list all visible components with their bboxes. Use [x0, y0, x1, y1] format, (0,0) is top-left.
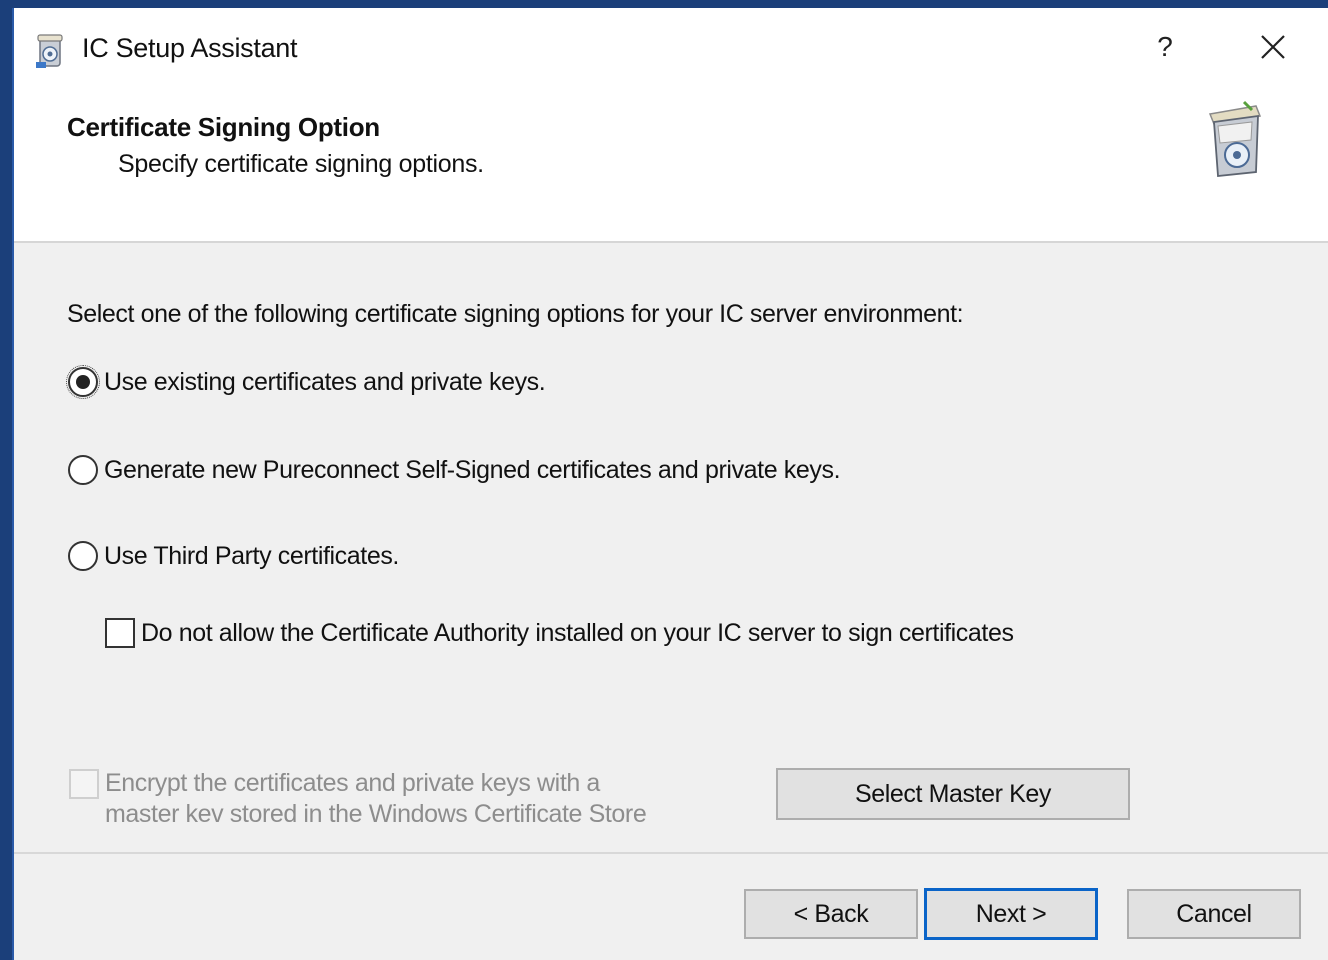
setup-app-icon — [34, 32, 68, 70]
wizard-header: IC Setup Assistant ? Certificate Signing… — [14, 8, 1328, 243]
title-bar[interactable]: IC Setup Assistant ? — [14, 8, 1328, 88]
ca-sign-checkbox-row[interactable]: Do not allow the Certificate Authority i… — [105, 618, 1014, 648]
option-use-existing-certificates[interactable]: Use existing certificates and private ke… — [66, 365, 546, 399]
select-master-key-button[interactable]: Select Master Key — [776, 768, 1130, 820]
encrypt-label-line1: Encrypt the certificates and private key… — [105, 769, 600, 797]
ca-sign-checkbox[interactable] — [105, 618, 135, 648]
help-button[interactable]: ? — [1140, 22, 1190, 72]
radio-dot — [76, 375, 90, 389]
radio-button[interactable] — [68, 455, 98, 485]
next-button[interactable]: Next > — [924, 888, 1098, 940]
encrypt-checkbox-row[interactable]: Encrypt the certificates and private key… — [69, 768, 647, 830]
option-use-third-party[interactable]: Use Third Party certificates. — [68, 541, 399, 571]
encrypt-label-line2: master kev stored in the Windows Certifi… — [105, 800, 647, 828]
window-title: IC Setup Assistant — [82, 33, 298, 63]
footer-divider — [14, 852, 1328, 854]
setup-wizard-window: IC Setup Assistant ? Certificate Signing… — [14, 8, 1328, 960]
option-generate-self-signed[interactable]: Generate new Pureconnect Self-Signed cer… — [68, 455, 841, 485]
radio-button[interactable] — [68, 541, 98, 571]
page-subtitle: Specify certificate signing options. — [118, 150, 484, 178]
close-button[interactable] — [1248, 22, 1298, 72]
cancel-button[interactable]: Cancel — [1127, 889, 1301, 939]
encrypt-checkbox[interactable] — [69, 769, 99, 799]
setup-package-icon — [1200, 100, 1268, 180]
option-label: Use existing certificates and private ke… — [104, 367, 546, 396]
close-icon — [1261, 35, 1285, 59]
ca-sign-checkbox-label: Do not allow the Certificate Authority i… — [141, 618, 1014, 647]
option-label: Generate new Pureconnect Self-Signed cer… — [104, 455, 841, 484]
instruction-text: Select one of the following certificate … — [67, 300, 964, 328]
option-label: Use Third Party certificates. — [104, 541, 399, 570]
back-button[interactable]: < Back — [744, 889, 918, 939]
radio-button-selected[interactable] — [66, 365, 100, 399]
encrypt-checkbox-label: Encrypt the certificates and private key… — [105, 768, 647, 830]
page-title: Certificate Signing Option — [67, 112, 380, 142]
